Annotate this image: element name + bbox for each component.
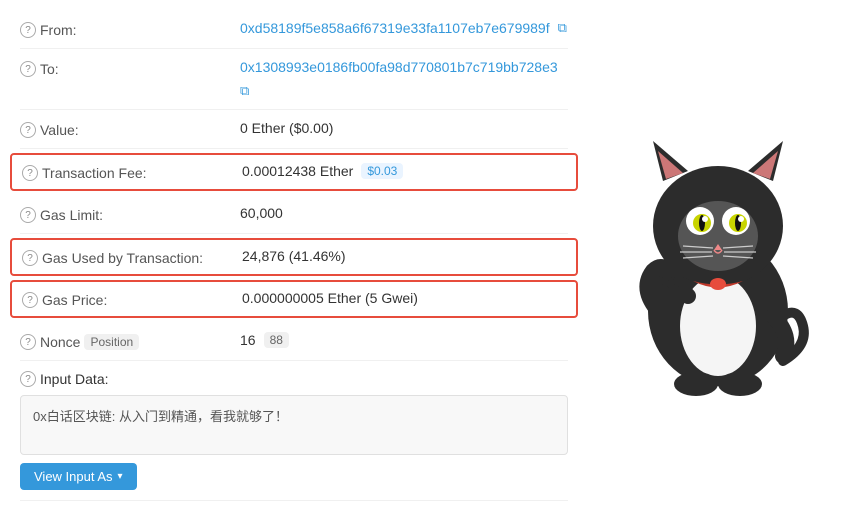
nonce-position-badge: Position bbox=[84, 334, 139, 350]
nonce-label-col: ? Nonce Position bbox=[20, 332, 240, 350]
gas-price-value-col: 0.000000005 Ether (5 Gwei) bbox=[242, 290, 566, 306]
nonce-value-col: 16 88 bbox=[240, 332, 568, 348]
value-help-icon[interactable]: ? bbox=[20, 122, 36, 138]
from-help-icon[interactable]: ? bbox=[20, 22, 36, 38]
gas-price-label-col: ? Gas Price: bbox=[22, 290, 242, 308]
transaction-fee-label: Transaction Fee: bbox=[42, 165, 147, 181]
from-value-col: 0xd58189f5e858a6f67319e33fa1107eb7e67998… bbox=[240, 20, 568, 36]
cat-svg bbox=[608, 116, 828, 396]
gas-used-help-icon[interactable]: ? bbox=[22, 250, 38, 266]
from-row: ? From: 0xd58189f5e858a6f67319e33fa1107e… bbox=[20, 10, 568, 49]
gas-limit-row: ? Gas Limit: 60,000 bbox=[20, 195, 568, 234]
transaction-fee-amount: 0.00012438 Ether bbox=[242, 163, 353, 179]
nonce-row: ? Nonce Position 16 88 bbox=[20, 322, 568, 361]
cat-illustration bbox=[608, 116, 828, 396]
gas-used-row: ? Gas Used by Transaction: 24,876 (41.46… bbox=[10, 238, 578, 276]
left-panel: ? From: 0xd58189f5e858a6f67319e33fa1107e… bbox=[0, 10, 588, 501]
transaction-fee-badge: $0.03 bbox=[361, 163, 403, 179]
from-label-col: ? From: bbox=[20, 20, 240, 38]
value-label-col: ? Value: bbox=[20, 120, 240, 138]
nonce-help-icon[interactable]: ? bbox=[20, 334, 36, 350]
value-label: Value: bbox=[40, 122, 79, 138]
from-copy-icon[interactable]: ⧉ bbox=[558, 20, 567, 36]
nonce-value2-badge: 88 bbox=[264, 332, 289, 348]
gas-price-label: Gas Price: bbox=[42, 292, 107, 308]
view-input-button[interactable]: View Input As ▾ bbox=[20, 463, 137, 490]
view-input-button-label: View Input As bbox=[34, 469, 113, 484]
right-panel bbox=[588, 10, 848, 501]
nonce-value1: 16 bbox=[240, 332, 256, 348]
value-row: ? Value: 0 Ether ($0.00) bbox=[20, 110, 568, 149]
value-value-col: 0 Ether ($0.00) bbox=[240, 120, 568, 136]
input-data-label-row: ? Input Data: bbox=[20, 371, 109, 387]
gas-limit-label: Gas Limit: bbox=[40, 207, 103, 223]
gas-price-amount: 0.000000005 Ether (5 Gwei) bbox=[242, 290, 418, 306]
to-label: To: bbox=[40, 61, 59, 77]
transaction-fee-row: ? Transaction Fee: 0.00012438 Ether $0.0… bbox=[10, 153, 578, 191]
gas-used-value-col: 24,876 (41.46%) bbox=[242, 248, 566, 264]
transaction-detail-container: ? From: 0xd58189f5e858a6f67319e33fa1107e… bbox=[0, 0, 848, 511]
to-help-icon[interactable]: ? bbox=[20, 61, 36, 77]
transaction-fee-help-icon[interactable]: ? bbox=[22, 165, 38, 181]
gas-price-row: ? Gas Price: 0.000000005 Ether (5 Gwei) bbox=[10, 280, 578, 318]
input-data-help-icon[interactable]: ? bbox=[20, 371, 36, 387]
gas-used-amount: 24,876 (41.46%) bbox=[242, 248, 346, 264]
from-address-link[interactable]: 0xd58189f5e858a6f67319e33fa1107eb7e67998… bbox=[240, 20, 550, 36]
to-address-link[interactable]: 0x1308993e0186fb00fa98d770801b7c719bb728… bbox=[240, 59, 558, 75]
input-data-label: Input Data: bbox=[40, 371, 109, 387]
nonce-label: Nonce bbox=[40, 334, 80, 350]
chevron-down-icon: ▾ bbox=[118, 471, 123, 482]
gas-used-label-col: ? Gas Used by Transaction: bbox=[22, 248, 242, 266]
gas-limit-amount: 60,000 bbox=[240, 205, 283, 221]
transaction-fee-value-col: 0.00012438 Ether $0.03 bbox=[242, 163, 566, 179]
from-label: From: bbox=[40, 22, 77, 38]
to-row: ? To: 0x1308993e0186fb00fa98d770801b7c71… bbox=[20, 49, 568, 110]
gas-price-help-icon[interactable]: ? bbox=[22, 292, 38, 308]
gas-limit-label-col: ? Gas Limit: bbox=[20, 205, 240, 223]
gas-limit-help-icon[interactable]: ? bbox=[20, 207, 36, 223]
gas-limit-value-col: 60,000 bbox=[240, 205, 568, 221]
input-data-value: 0x白话区块链: 从入门到精通，看我就够了！ bbox=[20, 395, 568, 455]
to-value-col: 0x1308993e0186fb00fa98d770801b7c719bb728… bbox=[240, 59, 568, 99]
transaction-fee-label-col: ? Transaction Fee: bbox=[22, 163, 242, 181]
to-copy-icon[interactable]: ⧉ bbox=[240, 83, 249, 99]
to-label-col: ? To: bbox=[20, 59, 240, 77]
input-data-row: ? Input Data: 0x白话区块链: 从入门到精通，看我就够了！ Vie… bbox=[20, 361, 568, 501]
gas-used-label: Gas Used by Transaction: bbox=[42, 250, 203, 266]
value-amount: 0 Ether ($0.00) bbox=[240, 120, 333, 136]
